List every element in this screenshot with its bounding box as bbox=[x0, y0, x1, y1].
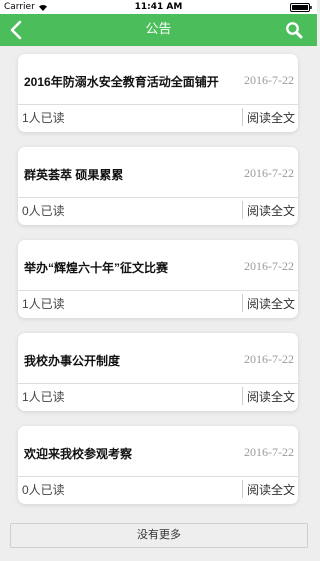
divider bbox=[242, 387, 243, 405]
divider bbox=[18, 476, 298, 477]
notice-title[interactable]: 欢迎来我校参观考察 bbox=[24, 445, 224, 462]
notice-date: 2016-7-22 bbox=[244, 352, 294, 366]
read-more-link[interactable]: 阅读全文 bbox=[247, 109, 295, 126]
search-icon[interactable] bbox=[285, 21, 303, 39]
notice-title[interactable]: 2016年防溺水安全教育活动全面铺开 bbox=[24, 73, 224, 90]
battery-icon bbox=[290, 3, 312, 12]
notice-card[interactable]: 欢迎来我校参观考察 2016-7-22 0人已读 阅读全文 bbox=[18, 426, 298, 504]
notice-title[interactable]: 我校办事公开制度 bbox=[24, 352, 224, 369]
notice-date: 2016-7-22 bbox=[244, 73, 294, 87]
divider bbox=[242, 294, 243, 312]
read-more-link[interactable]: 阅读全文 bbox=[247, 202, 295, 219]
read-count: 1人已读 bbox=[22, 111, 65, 125]
divider bbox=[18, 104, 298, 105]
notice-date: 2016-7-22 bbox=[244, 259, 294, 273]
read-count: 0人已读 bbox=[22, 483, 65, 497]
load-more-button[interactable]: 没有更多 bbox=[10, 523, 308, 548]
read-more-link[interactable]: 阅读全文 bbox=[247, 481, 295, 498]
page-title: 公告 bbox=[145, 22, 172, 37]
status-time: 11:41 AM bbox=[134, 2, 183, 12]
notice-card[interactable]: 群英荟萃 硕果累累 2016-7-22 0人已读 阅读全文 bbox=[18, 147, 298, 225]
divider bbox=[242, 480, 243, 498]
divider bbox=[242, 108, 243, 126]
read-more-link[interactable]: 阅读全文 bbox=[247, 388, 295, 405]
notice-card[interactable]: 举办“辉煌六十年”征文比赛 2016-7-22 1人已读 阅读全文 bbox=[18, 240, 298, 318]
notice-date: 2016-7-22 bbox=[244, 166, 294, 180]
status-bar: Carrier 11:41 AM bbox=[0, 0, 317, 14]
divider bbox=[18, 197, 298, 198]
notice-card[interactable]: 2016年防溺水安全教育活动全面铺开 2016-7-22 1人已读 阅读全文 bbox=[18, 54, 298, 132]
notice-date: 2016-7-22 bbox=[244, 445, 294, 459]
divider bbox=[18, 383, 298, 384]
read-count: 0人已读 bbox=[22, 204, 65, 218]
notice-title[interactable]: 群英荟萃 硕果累累 bbox=[24, 166, 224, 183]
nav-bar: 公告 bbox=[0, 14, 317, 46]
notice-card[interactable]: 我校办事公开制度 2016-7-22 1人已读 阅读全文 bbox=[18, 333, 298, 411]
notice-title[interactable]: 举办“辉煌六十年”征文比赛 bbox=[24, 259, 224, 276]
read-count: 1人已读 bbox=[22, 390, 65, 404]
divider bbox=[18, 290, 298, 291]
read-count: 1人已读 bbox=[22, 297, 65, 311]
read-more-link[interactable]: 阅读全文 bbox=[247, 295, 295, 312]
divider bbox=[242, 201, 243, 219]
